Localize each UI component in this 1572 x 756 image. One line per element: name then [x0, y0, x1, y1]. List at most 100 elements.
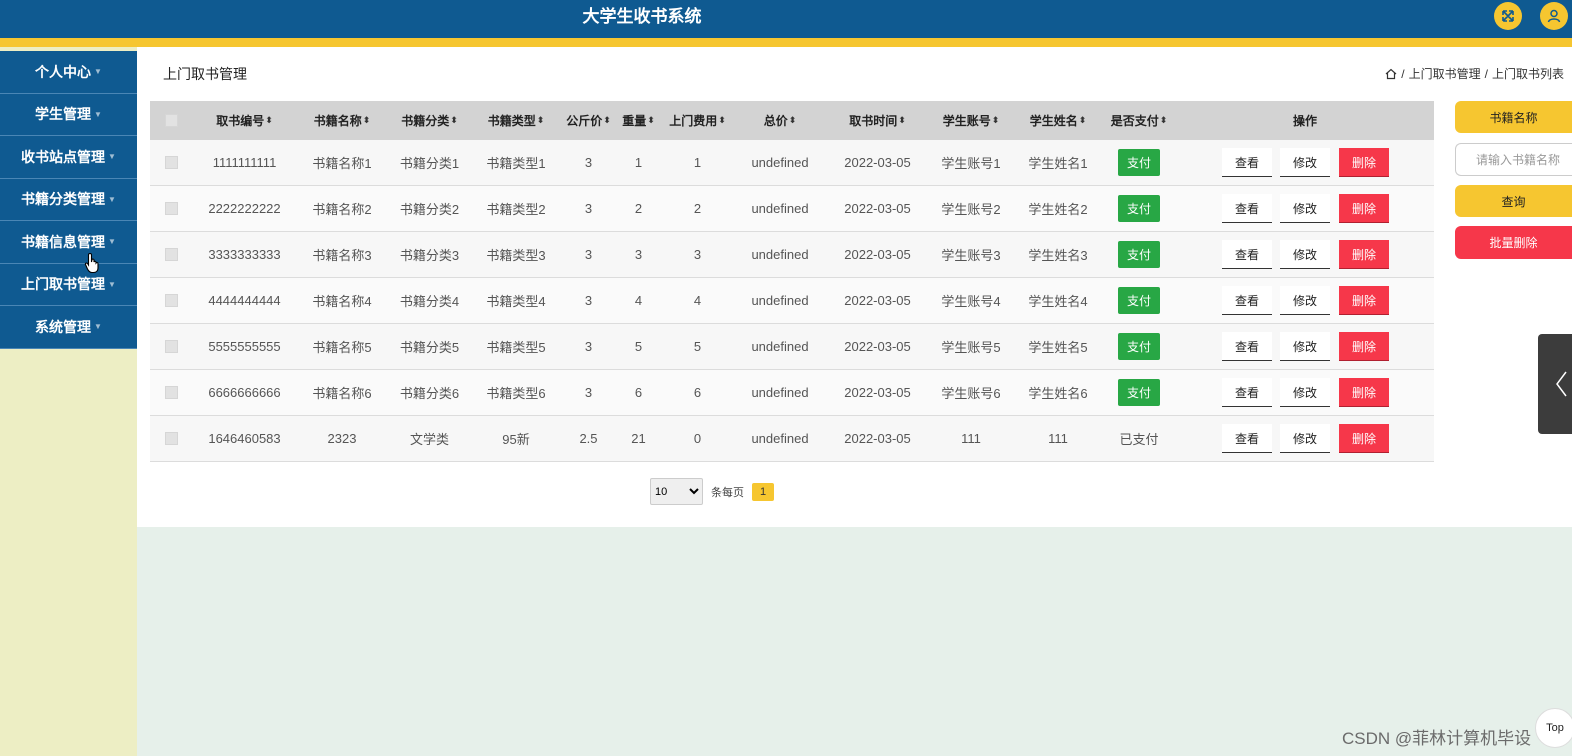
sidebar-item-system[interactable]: 系统管理 ▼ [0, 306, 137, 349]
column-header[interactable]: 重量 ⬍ [617, 101, 660, 140]
view-button[interactable]: 查看 [1222, 424, 1272, 453]
row-checkbox[interactable] [164, 386, 178, 399]
table-cell-price: 3 [584, 201, 593, 216]
view-button[interactable]: 查看 [1222, 286, 1272, 315]
row-checkbox[interactable] [164, 294, 178, 307]
delete-button[interactable]: 删除 [1339, 240, 1389, 269]
row-checkbox[interactable] [164, 156, 178, 169]
table-cell-id: 1646460583 [208, 431, 281, 446]
edit-button[interactable]: 修改 [1280, 240, 1330, 269]
edit-button[interactable]: 修改 [1280, 332, 1330, 361]
column-header[interactable]: 是否支付 ⬍ [1104, 101, 1174, 140]
table-cell-name: 书籍名称6 [312, 386, 372, 401]
edit-button[interactable]: 修改 [1280, 424, 1330, 453]
sidebar-item-students[interactable]: 学生管理 ▼ [0, 93, 137, 136]
view-button[interactable]: 查看 [1222, 240, 1272, 269]
pay-button[interactable]: 支付 [1117, 149, 1160, 176]
table-cell-id: 1111111111 [212, 155, 277, 170]
view-button[interactable]: 查看 [1222, 332, 1272, 361]
table-cell-type: 95新 [502, 432, 530, 447]
sidebar-item-label: 个人中心 [35, 63, 92, 80]
header-accent-stripe [0, 38, 1572, 47]
delete-button[interactable]: 删除 [1339, 286, 1389, 315]
column-header[interactable]: 上门费用 ⬍ [660, 101, 735, 140]
table-cell-id: 2222222222 [208, 201, 281, 216]
table-cell-id: 3333333333 [208, 247, 281, 262]
delete-button[interactable]: 删除 [1339, 332, 1389, 361]
pay-button[interactable]: 支付 [1117, 241, 1160, 268]
delete-button[interactable]: 删除 [1339, 424, 1389, 453]
pay-button[interactable]: 支付 [1117, 195, 1160, 222]
sidebar-item-label: 收书站点管理 [21, 148, 106, 165]
sidebar-item-book-categories[interactable]: 书籍分类管理 ▼ [0, 178, 137, 221]
home-icon[interactable] [1385, 68, 1397, 80]
row-checkbox[interactable] [164, 202, 178, 215]
sidebar-item-personal-center[interactable]: 个人中心 ▼ [0, 51, 137, 94]
table-row: 6666666666 书籍名称6 书籍分类6 书籍类型6 3 6 6 undefined 202… [150, 370, 1434, 416]
search-input[interactable] [1455, 143, 1572, 176]
row-checkbox[interactable] [164, 340, 178, 353]
row-checkbox[interactable] [164, 432, 178, 445]
fullscreen-button[interactable] [1494, 2, 1522, 30]
column-header[interactable]: 总价 ⬍ [735, 101, 825, 140]
pay-button[interactable]: 支付 [1117, 379, 1160, 406]
column-header[interactable]: 取书时间 ⬍ [825, 101, 930, 140]
table-cell-time: 2022-03-05 [844, 293, 911, 308]
table-row: 2222222222 书籍名称2 书籍分类2 书籍类型2 3 2 2 undefined 202… [150, 186, 1434, 232]
column-header[interactable]: 取书编号 ⬍ [192, 101, 297, 140]
table-cell-price: 2.5 [579, 431, 598, 446]
view-button[interactable]: 查看 [1222, 194, 1272, 223]
per-page-label: 条每页 [711, 486, 744, 499]
sort-icon: ⬍ [788, 115, 797, 125]
sidebar-item-label: 学生管理 [35, 106, 92, 123]
table-cell-id: 4444444444 [208, 293, 281, 308]
delete-button[interactable]: 删除 [1339, 194, 1389, 223]
table-cell-account: 学生账号1 [941, 156, 1001, 171]
edit-button[interactable]: 修改 [1280, 148, 1330, 177]
table-cell-student: 学生姓名2 [1028, 202, 1088, 217]
table-row: 4444444444 书籍名称4 书籍分类4 书籍类型4 3 4 4 undefined 202… [150, 278, 1434, 324]
column-header[interactable]: 书籍分类 ⬍ [387, 101, 472, 140]
table-cell-total: undefined [751, 201, 809, 216]
table-body: 1111111111 书籍名称1 书籍分类1 书籍类型1 3 1 1 undefined 202… [150, 140, 1434, 462]
column-header[interactable]: 书籍名称 ⬍ [297, 101, 387, 140]
table-cell-weight: 6 [634, 385, 643, 400]
row-checkbox[interactable] [164, 248, 178, 261]
sidebar-item-book-info[interactable]: 书籍信息管理 ▼ [0, 221, 137, 264]
column-header[interactable]: 学生账号 ⬍ [930, 101, 1012, 140]
breadcrumb-item[interactable]: 上门取书管理 [1409, 65, 1481, 82]
select-all-checkbox[interactable] [164, 114, 178, 127]
user-button[interactable] [1540, 2, 1568, 30]
view-button[interactable]: 查看 [1222, 378, 1272, 407]
table-cell-type: 书籍类型5 [486, 340, 546, 355]
table-cell-account: 学生账号5 [941, 340, 1001, 355]
pay-button[interactable]: 支付 [1117, 287, 1160, 314]
page-number-button[interactable]: 1 [752, 482, 774, 501]
delete-button[interactable]: 删除 [1339, 378, 1389, 407]
view-button[interactable]: 查看 [1222, 148, 1272, 177]
back-to-top-button[interactable]: Top [1535, 708, 1572, 748]
table-cell-fee: 2 [693, 201, 702, 216]
sidebar-item-stations[interactable]: 收书站点管理 ▼ [0, 136, 137, 179]
sidebar-item-pickup[interactable]: 上门取书管理 ▼ [0, 263, 137, 306]
table-cell-cat: 书籍分类6 [399, 386, 460, 401]
sidebar-item-label: 书籍信息管理 [21, 233, 106, 250]
column-header[interactable]: 学生姓名 ⬍ [1012, 101, 1104, 140]
column-header[interactable]: 书籍类型 ⬍ [472, 101, 560, 140]
batch-delete-button[interactable]: 批量删除 [1455, 226, 1572, 259]
column-header[interactable]: 公斤价 ⬍ [560, 101, 617, 140]
pay-button[interactable]: 支付 [1117, 333, 1160, 360]
sort-icon: ⬍ [991, 115, 1000, 125]
table-cell-type: 书籍类型6 [486, 386, 546, 401]
delete-button[interactable]: 删除 [1339, 148, 1389, 177]
table-cell-total: undefined [751, 247, 809, 262]
edit-button[interactable]: 修改 [1280, 286, 1330, 315]
side-drawer-handle[interactable] [1538, 334, 1572, 434]
table-cell-name: 书籍名称1 [312, 156, 372, 171]
user-icon [1547, 9, 1561, 23]
query-button[interactable]: 查询 [1455, 185, 1572, 217]
edit-button[interactable]: 修改 [1280, 378, 1330, 407]
sort-icon: ⬍ [1159, 115, 1168, 125]
page-size-select[interactable]: 10 [650, 478, 703, 505]
edit-button[interactable]: 修改 [1280, 194, 1330, 223]
